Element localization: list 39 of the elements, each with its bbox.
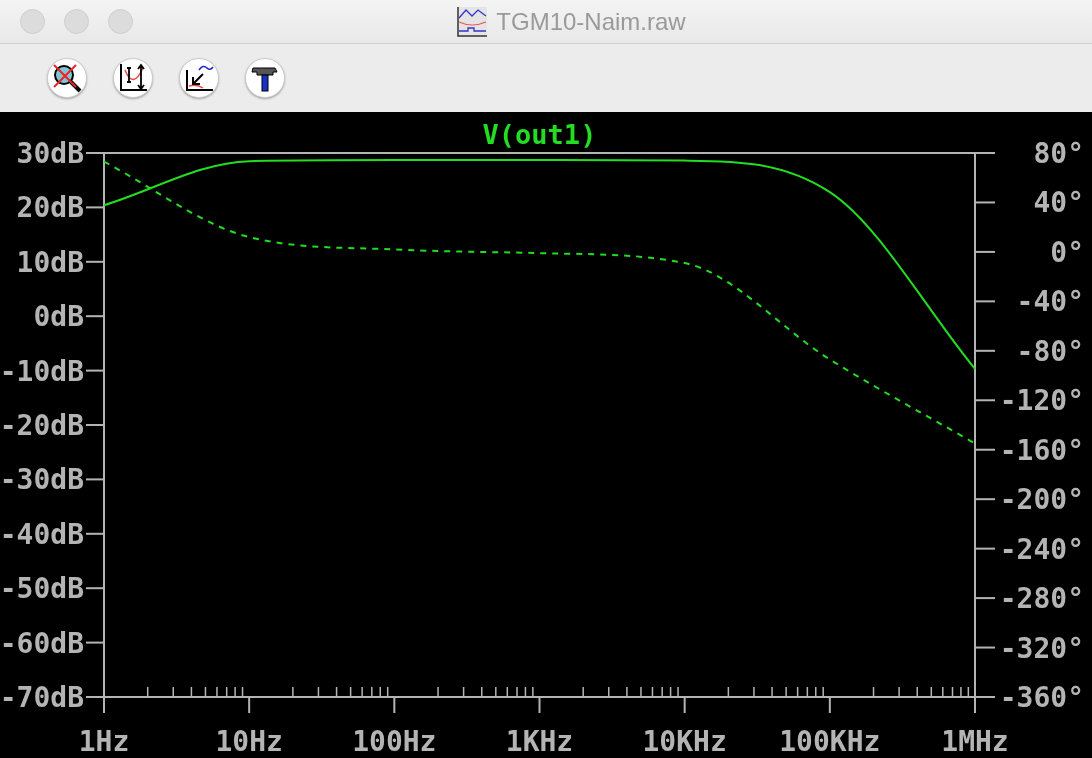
x-axis-label: 10KHz — [642, 725, 727, 758]
chart-title: V(out1) — [482, 119, 597, 150]
waveform-file-icon — [456, 5, 489, 38]
x-axis-label: 100Hz — [352, 725, 437, 758]
y-axis-label: 20dB — [16, 191, 84, 225]
y-axis-label: -20dB — [0, 409, 84, 442]
y-axis-label: -280° — [999, 582, 1084, 616]
y-axis-label: -60dB — [0, 626, 84, 660]
y-axis-label: -120° — [999, 384, 1084, 418]
x-axis-label: 1MHz — [941, 725, 1009, 758]
y-axis-label: -40dB — [0, 517, 84, 551]
y-axis-label: -240° — [999, 532, 1084, 566]
y-axis-label: -40° — [1016, 285, 1084, 319]
y-axis-label: -160° — [999, 433, 1084, 467]
x-axis-label: 10Hz — [215, 725, 283, 758]
y-axis-label: 0dB — [33, 300, 84, 334]
window-title: TGM10-Naim.raw — [496, 7, 686, 36]
toolbar-button[interactable] — [179, 58, 219, 98]
toolbar-button[interactable] — [245, 58, 285, 98]
x-axis-label: 1Hz — [78, 725, 130, 758]
y-axis-label: -10dB — [0, 354, 84, 388]
y-axis-label: -80° — [1016, 334, 1084, 368]
toolbar-button[interactable] — [113, 58, 153, 98]
vertical-range-icon — [117, 62, 149, 94]
y-axis-label: 30dB — [16, 137, 84, 170]
x-axis-label: 100KHz — [779, 725, 881, 758]
y-axis-label: -30dB — [0, 463, 84, 497]
y-axis-label: -50dB — [0, 572, 84, 606]
y-axis-label: 0° — [1050, 235, 1084, 269]
y-axis-label: 40° — [1033, 186, 1084, 220]
magnifier-crossed-icon — [51, 62, 83, 94]
toolbar-button[interactable] — [47, 58, 87, 98]
x-axis-label: 1KHz — [505, 725, 574, 758]
y-axis-label: -360° — [999, 681, 1084, 714]
y-axis-label: -320° — [999, 631, 1084, 665]
y-axis-label: -200° — [999, 483, 1084, 517]
y-axis-label: 10dB — [16, 245, 84, 279]
y-axis-label: -70dB — [0, 681, 84, 714]
y-axis-label: 80° — [1033, 137, 1084, 170]
